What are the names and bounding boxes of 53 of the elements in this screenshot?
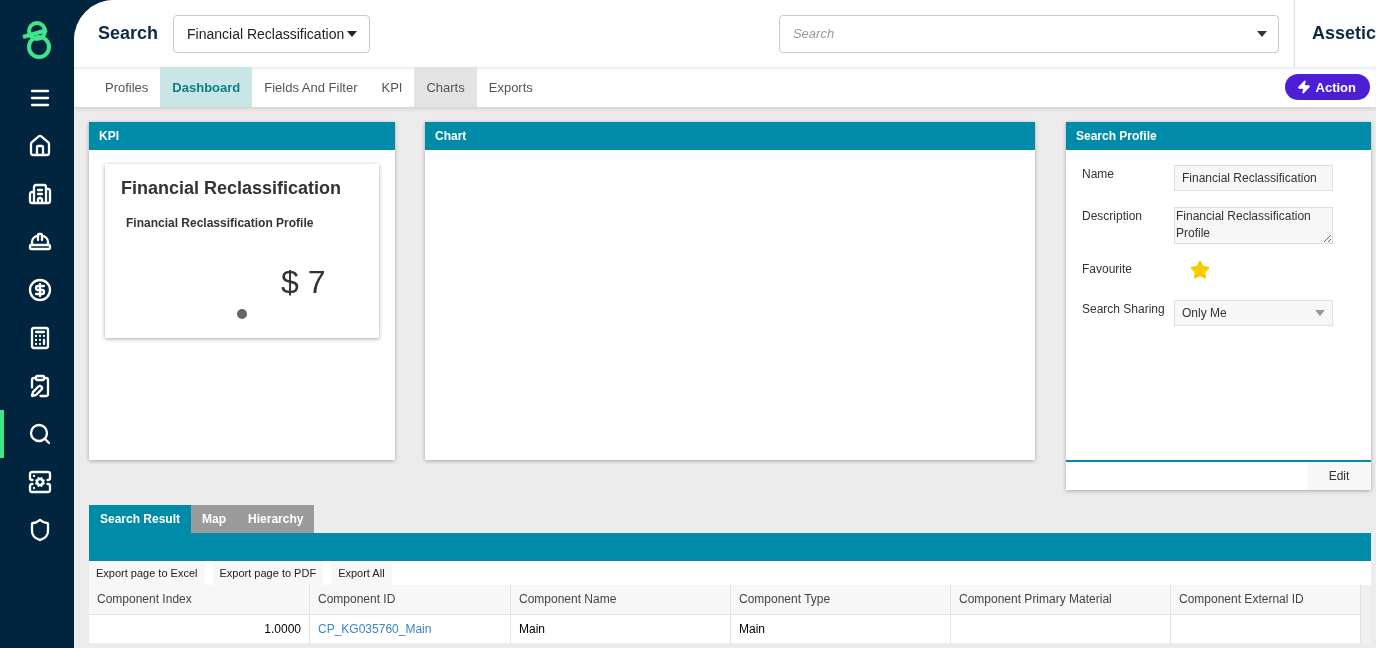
tab[interactable]: Fields And Filter xyxy=(252,67,370,107)
panel-title: KPI xyxy=(89,122,395,150)
edit-button[interactable]: Edit xyxy=(1307,462,1371,490)
name-input[interactable]: Financial Reclassification xyxy=(1174,165,1333,191)
column-header[interactable]: Component Index xyxy=(89,585,310,615)
page-title: Search xyxy=(98,23,159,44)
search-icon xyxy=(28,422,52,446)
field-label: Favourite xyxy=(1082,261,1134,278)
column-header[interactable]: Component Type xyxy=(731,585,951,615)
lightning-icon xyxy=(1296,80,1311,94)
tab[interactable]: Dashboard xyxy=(160,67,253,107)
result-tab[interactable]: Search Result xyxy=(89,505,192,533)
kpi-subtitle: Financial Reclassification Profile xyxy=(126,216,315,230)
tab[interactable]: Profiles xyxy=(93,67,161,107)
building-icon xyxy=(28,182,52,206)
server-icon xyxy=(28,470,52,494)
column-header[interactable]: Component Primary Material xyxy=(951,585,1171,615)
panel-title: Chart xyxy=(425,122,1035,150)
caret-icon xyxy=(1315,310,1325,316)
column-header[interactable]: Component External ID xyxy=(1171,585,1361,615)
home-icon xyxy=(28,134,52,158)
table-cell: 1.0000 xyxy=(89,615,310,643)
clipboard-pen-icon xyxy=(28,374,52,398)
profile-dropdown[interactable]: Financial Reclassification xyxy=(173,14,370,53)
field-label: Search Sharing xyxy=(1082,301,1166,318)
shield-icon xyxy=(28,518,52,542)
calculator-icon xyxy=(28,326,52,350)
field-label: Name xyxy=(1082,166,1115,183)
export-button[interactable]: Export All xyxy=(331,561,392,585)
kpi-value: $ 7 xyxy=(281,264,326,301)
table-cell: Main xyxy=(731,615,951,643)
export-button[interactable]: Export page to PDF xyxy=(212,561,324,585)
description-input[interactable]: Financial Reclassification Profile xyxy=(1174,207,1333,244)
search-field[interactable]: Search xyxy=(778,14,1279,53)
caret-icon xyxy=(1256,30,1267,37)
column-header[interactable]: Component Name xyxy=(511,585,731,615)
carousel-dot[interactable] xyxy=(237,309,247,319)
action-button[interactable]: Action xyxy=(1284,74,1370,100)
tab[interactable]: KPI xyxy=(369,67,415,107)
tab[interactable]: Charts xyxy=(414,67,477,107)
panel-title: Search Profile xyxy=(1066,122,1371,150)
sharing-dropdown[interactable]: Only Me xyxy=(1174,300,1333,326)
component-id-link[interactable]: CP_KG035760_Main xyxy=(318,622,432,636)
caret-icon xyxy=(346,30,357,37)
scrollbar[interactable] xyxy=(1361,585,1371,643)
table-cell: Main xyxy=(511,615,731,643)
tab[interactable]: Exports xyxy=(476,67,545,107)
star-icon[interactable] xyxy=(1190,260,1210,280)
export-button[interactable]: Export page to Excel xyxy=(89,561,205,585)
dollar-icon xyxy=(28,278,52,302)
field-label: Description xyxy=(1082,208,1144,225)
column-header[interactable]: Component ID xyxy=(310,585,511,615)
kpi-title: Financial Reclassification xyxy=(121,178,343,199)
